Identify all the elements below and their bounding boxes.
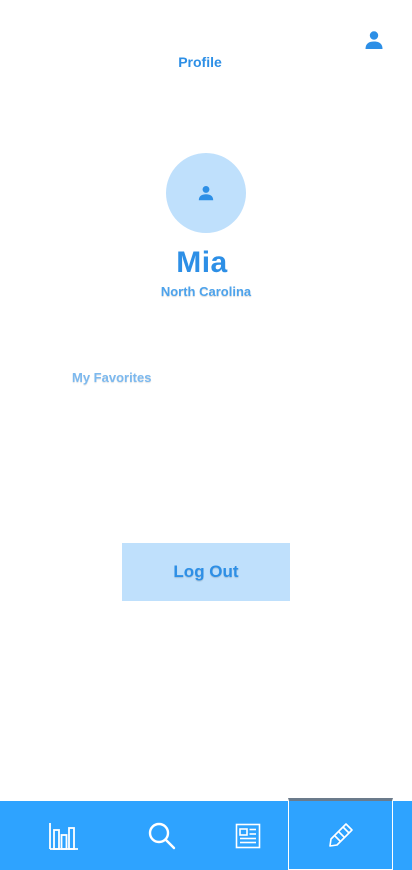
user-location: North Carolina [160, 284, 252, 299]
person-icon [365, 31, 383, 49]
avatar [166, 153, 246, 233]
favorites-heading: My Favorites [72, 370, 152, 385]
user-name: Mia [176, 246, 228, 279]
search-icon [148, 822, 176, 849]
nav-item-news[interactable] [207, 801, 288, 870]
newspaper-icon [235, 823, 260, 848]
bottom-nav [0, 798, 412, 870]
bar-chart-icon [48, 822, 78, 850]
logout-button[interactable]: Log Out [122, 543, 290, 601]
nav-item-search[interactable] [117, 801, 207, 870]
person-icon [198, 185, 214, 201]
pencil-icon [328, 823, 353, 847]
nav-item-edit[interactable] [288, 798, 393, 870]
page-title: Profile [178, 54, 222, 70]
nav-item-stats[interactable] [0, 801, 117, 870]
profile-button[interactable] [362, 28, 386, 52]
